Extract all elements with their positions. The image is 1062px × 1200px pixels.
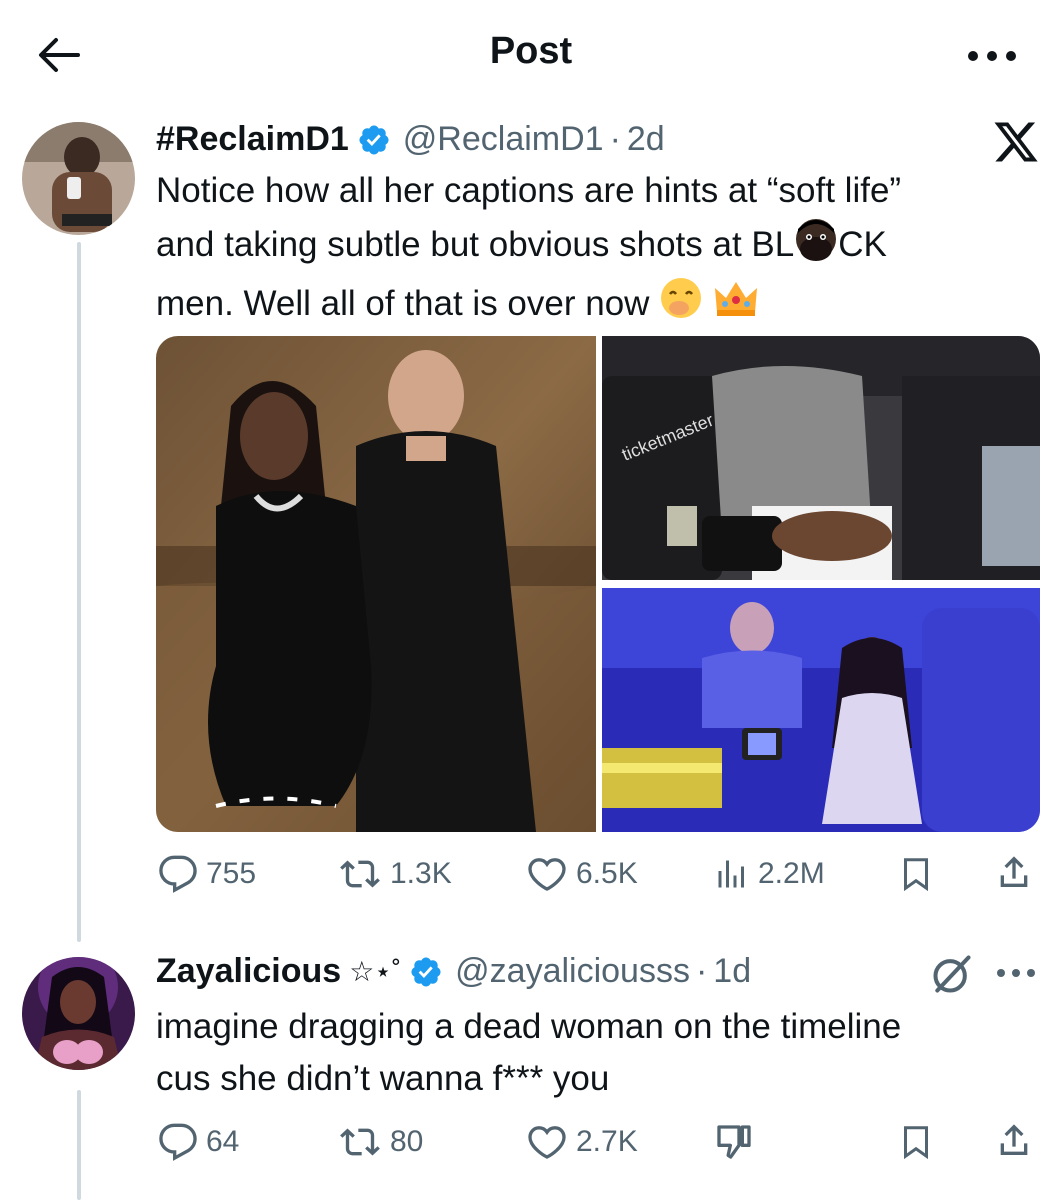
repost-count: 1.3K <box>390 857 452 890</box>
hand-over-mouth-emoji-icon <box>659 276 703 335</box>
repost-button[interactable]: 1.3K <box>338 854 452 894</box>
more-horizontal-icon <box>997 969 1035 977</box>
like-icon <box>528 1126 566 1159</box>
like-button[interactable]: 6.5K <box>526 854 638 894</box>
grok-icon[interactable] <box>930 952 974 996</box>
reply-author-name[interactable]: Zayalicious <box>156 952 341 991</box>
reply-bookmark-button[interactable] <box>898 1122 934 1162</box>
share-button[interactable] <box>994 852 1034 892</box>
tweet-text-fragment: men. Well all of that is over now <box>156 283 650 323</box>
share-icon <box>1000 1124 1028 1155</box>
reply-icon <box>159 1123 197 1161</box>
tweet-media-grid[interactable]: ticketmaster <box>156 336 1040 832</box>
views-button[interactable]: 2.2M <box>714 854 825 894</box>
reply-author-handle[interactable]: @zayaliciousss <box>455 952 690 991</box>
reply-button[interactable]: 755 <box>158 854 256 894</box>
reply-icon <box>159 855 197 893</box>
media-image-courtside[interactable]: ticketmaster <box>602 336 1040 580</box>
repost-icon <box>340 1128 380 1156</box>
reply-repost-button[interactable]: 80 <box>338 1122 423 1162</box>
reply-share-button[interactable] <box>994 1120 1034 1160</box>
repost-icon <box>340 860 380 888</box>
crown-emoji-icon <box>713 278 759 333</box>
like-icon <box>528 858 566 891</box>
reply-author-row: Zayalicious ☆⋆˚ @zayaliciousss · 1d <box>156 952 751 991</box>
like-count: 6.5K <box>576 857 638 890</box>
author-name[interactable]: #ReclaimD1 <box>156 120 349 159</box>
header-bar: Post <box>0 0 1062 105</box>
x-logo-icon <box>994 122 1038 162</box>
views-icon <box>718 860 744 888</box>
views-count: 2.2M <box>758 857 825 890</box>
reply-text-line: cus she didn’t wanna f*** you <box>156 1059 610 1098</box>
bookmark-icon <box>904 858 928 892</box>
separator-dot: · <box>609 120 621 158</box>
reply-more-button[interactable] <box>992 958 1040 988</box>
timestamp[interactable]: 2d <box>627 120 665 159</box>
tweet-text-line: men. Well all of that is over now <box>156 276 1036 335</box>
thread-line <box>77 242 81 942</box>
reply-text-line: imagine dragging a dead woman on the tim… <box>156 1007 902 1046</box>
avatar[interactable] <box>22 122 135 235</box>
reply-reply-button[interactable]: 64 <box>158 1122 239 1162</box>
page-title: Post <box>489 30 573 72</box>
dislike-icon <box>717 1125 751 1159</box>
tweet-text-fragment: CK <box>838 224 887 264</box>
share-icon <box>1000 856 1028 887</box>
more-options-button[interactable] <box>962 36 1022 76</box>
dislike-button[interactable] <box>714 1122 754 1162</box>
name-decoration: ☆⋆˚ <box>349 956 402 987</box>
more-horizontal-icon <box>968 51 1016 61</box>
verified-badge-icon <box>409 955 443 989</box>
repost-count: 80 <box>390 1125 424 1158</box>
reply-like-button[interactable]: 2.7K <box>526 1122 638 1162</box>
reply-timestamp[interactable]: 1d <box>713 952 751 991</box>
reply-text: imagine dragging a dead woman on the tim… <box>156 1001 1036 1105</box>
like-count: 2.7K <box>576 1125 638 1158</box>
reply-count: 755 <box>206 857 257 890</box>
verified-badge-icon <box>357 123 391 157</box>
tweet-author-row: #ReclaimD1 @ReclaimD1 · 2d <box>156 120 665 159</box>
bookmark-button[interactable] <box>898 854 934 894</box>
author-handle[interactable]: @ReclaimD1 <box>403 120 604 159</box>
tweet-text-line: Notice how all her captions are hints at… <box>156 171 902 210</box>
media-image-blue-room[interactable] <box>602 588 1040 832</box>
media-image-couple[interactable] <box>156 336 596 832</box>
tweet-text-fragment: and taking subtle but obvious shots at B… <box>156 224 795 264</box>
reply-count: 64 <box>206 1125 240 1158</box>
tweet-text: Notice how all her captions are hints at… <box>156 165 1036 335</box>
thread-line <box>77 1090 81 1200</box>
tweet-text-line: and taking subtle but obvious shots at B… <box>156 217 1036 276</box>
man-beard-emoji-icon <box>794 217 838 276</box>
separator-dot: · <box>695 952 708 990</box>
avatar[interactable] <box>22 957 135 1070</box>
bookmark-icon <box>904 1126 928 1160</box>
